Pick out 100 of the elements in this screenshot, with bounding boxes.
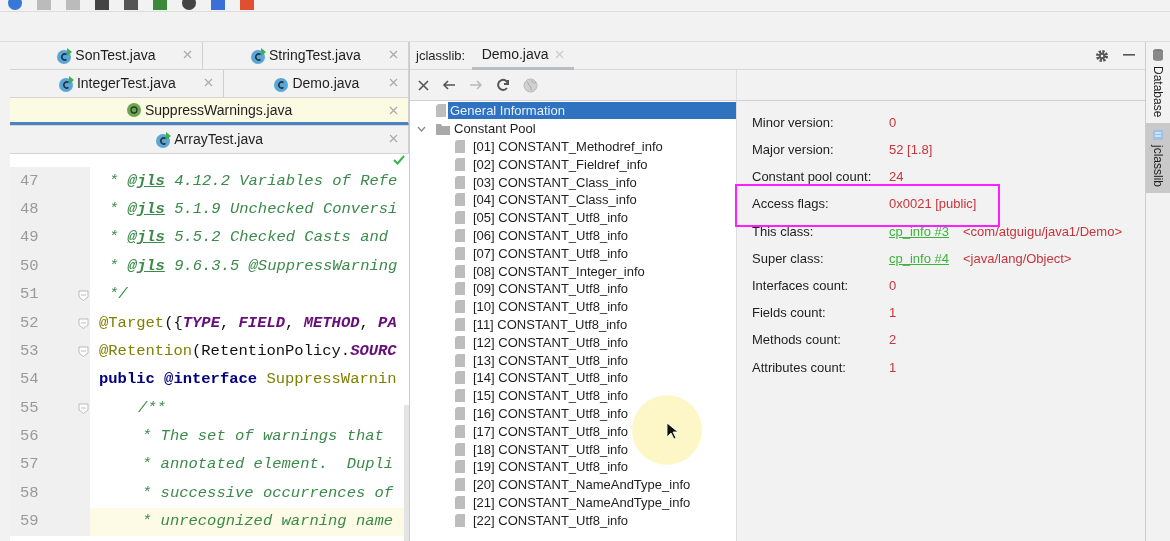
tree-item[interactable]: [20] CONSTANT_NameAndType_info bbox=[471, 476, 693, 494]
toolbar-icon[interactable] bbox=[6, 0, 23, 11]
field-label: Methods count: bbox=[752, 331, 842, 350]
line-number: 52 bbox=[20, 312, 39, 334]
tree-item[interactable]: [02] CONSTANT_Fieldref_info bbox=[471, 155, 650, 173]
tree-item[interactable]: [07] CONSTANT_Utf8_info bbox=[471, 244, 631, 262]
runnable-class-icon bbox=[155, 131, 171, 148]
field-label: Fields count: bbox=[752, 304, 827, 323]
code-line: public @interface SuppressWarnin bbox=[98, 369, 397, 391]
tree-item[interactable]: [19] CONSTANT_Utf8_info bbox=[471, 458, 631, 476]
field-value: <java/lang/Object> bbox=[963, 249, 1072, 268]
toolbar-icon[interactable] bbox=[93, 0, 110, 11]
class-file-icon bbox=[1152, 129, 1164, 142]
file-icon bbox=[455, 264, 465, 278]
tree-item[interactable]: [15] CONSTANT_Utf8_info bbox=[471, 387, 631, 405]
code-line: * successive occurrences of bbox=[141, 482, 394, 504]
close-icon[interactable] bbox=[418, 79, 429, 91]
line-number: 54 bbox=[20, 369, 39, 391]
editor-tab[interactable]: StringTest.java bbox=[202, 42, 409, 69]
tree-item[interactable]: [17] CONSTANT_Utf8_info bbox=[471, 422, 631, 440]
mouse-pointer-icon bbox=[666, 422, 678, 440]
line-number: 51 bbox=[20, 284, 39, 306]
tree-item[interactable]: [12] CONSTANT_Utf8_info bbox=[471, 333, 631, 351]
panel-title: jclasslib: bbox=[416, 46, 466, 65]
runnable-class-icon bbox=[249, 47, 266, 64]
runnable-class-icon bbox=[56, 47, 73, 64]
code-line: * unrecognized warning name bbox=[141, 511, 394, 533]
field-value: 0 bbox=[889, 113, 897, 132]
tree-item[interactable]: [11] CONSTANT_Utf8_info bbox=[471, 315, 630, 333]
toolbar-icon[interactable] bbox=[180, 0, 197, 11]
toolbar-icon[interactable] bbox=[122, 0, 139, 11]
file-icon bbox=[455, 335, 465, 349]
field-label: Constant pool count: bbox=[752, 168, 873, 187]
refresh-icon[interactable] bbox=[496, 78, 510, 92]
side-tab[interactable]: Database bbox=[1146, 42, 1170, 124]
code-line: * annotated element. Dupli bbox=[141, 454, 394, 476]
file-icon bbox=[455, 389, 465, 403]
line-number: 49 bbox=[20, 227, 39, 249]
code-line: /** bbox=[137, 397, 166, 419]
back-arrow-icon[interactable] bbox=[442, 80, 456, 90]
file-icon bbox=[455, 406, 465, 420]
tree-item[interactable]: [08] CONSTANT_Integer_info bbox=[471, 262, 647, 280]
tree-item[interactable]: [03] CONSTANT_Class_info bbox=[471, 173, 639, 191]
editor-tab[interactable]: SuppressWarnings.java bbox=[10, 98, 409, 125]
field-value: 1 bbox=[889, 304, 897, 323]
field-value: 0x0021 [public] bbox=[889, 195, 977, 214]
field-value: <com/atguigu/java1/Demo> bbox=[963, 222, 1122, 241]
line-number: 53 bbox=[20, 340, 39, 362]
field-label: Major version: bbox=[752, 141, 835, 160]
line-number: 59 bbox=[20, 511, 39, 533]
tree-item[interactable]: [09] CONSTANT_Utf8_info bbox=[471, 280, 631, 298]
tree-item[interactable]: [05] CONSTANT_Utf8_info bbox=[471, 209, 631, 227]
tree-item[interactable]: [21] CONSTANT_NameAndType_info bbox=[471, 493, 693, 511]
file-icon bbox=[455, 193, 465, 207]
tree-item[interactable]: [04] CONSTANT_Class_info bbox=[471, 191, 639, 209]
field-value: 1 bbox=[889, 358, 897, 377]
tree-item[interactable]: General Information bbox=[448, 102, 736, 120]
globe-icon[interactable] bbox=[523, 77, 538, 93]
editor-tab[interactable]: IntegerTest.java bbox=[10, 70, 225, 97]
field-value: 0 bbox=[889, 276, 897, 295]
toolbar-icon[interactable] bbox=[151, 0, 168, 11]
folder-icon bbox=[436, 122, 450, 135]
file-icon bbox=[455, 442, 465, 456]
panel-tab[interactable]: Demo.java bbox=[471, 41, 575, 70]
side-tab[interactable]: jclasslib bbox=[1146, 123, 1170, 194]
file-icon bbox=[455, 460, 465, 474]
field-label: Super class: bbox=[752, 249, 825, 268]
tree-item[interactable]: Constant Pool bbox=[452, 120, 538, 138]
code-line: * @jls 9.6.3.5 @SuppressWarning bbox=[108, 255, 398, 277]
tree-item[interactable]: [01] CONSTANT_Methodref_info bbox=[471, 138, 665, 155]
file-icon bbox=[436, 104, 446, 118]
tree-item[interactable]: [06] CONSTANT_Utf8_info bbox=[471, 226, 631, 244]
file-icon bbox=[455, 175, 465, 189]
line-number: 47 bbox=[20, 170, 39, 192]
field-label: Access flags: bbox=[752, 195, 830, 214]
editor-tab[interactable]: SonTest.java bbox=[10, 42, 203, 69]
tree-item[interactable]: [18] CONSTANT_Utf8_info bbox=[471, 440, 631, 458]
tree-item[interactable]: [22] CONSTANT_Utf8_info bbox=[471, 511, 631, 529]
field-label: Interfaces count: bbox=[752, 276, 850, 295]
field-label: Attributes count: bbox=[752, 358, 847, 377]
editor-tab[interactable]: ArrayTest.java bbox=[10, 126, 409, 153]
field-value: 52 [1.8] bbox=[889, 141, 933, 160]
file-icon bbox=[455, 300, 465, 314]
tree-item[interactable]: [10] CONSTANT_Utf8_info bbox=[471, 298, 631, 316]
tree-item[interactable]: [14] CONSTANT_Utf8_info bbox=[471, 369, 631, 387]
toolbar-icon[interactable] bbox=[209, 0, 226, 11]
file-icon bbox=[455, 353, 465, 367]
check-icon bbox=[393, 155, 405, 165]
tree-item[interactable]: [16] CONSTANT_Utf8_info bbox=[471, 404, 631, 422]
class-icon bbox=[273, 75, 290, 92]
settings-icon[interactable] bbox=[1095, 48, 1109, 63]
file-icon bbox=[455, 228, 465, 242]
line-number: 56 bbox=[20, 426, 39, 448]
code-line: * @jls 5.1.9 Unchecked Conversi bbox=[108, 198, 398, 220]
code-line: */ bbox=[108, 284, 128, 306]
minimize-icon[interactable] bbox=[1123, 54, 1135, 57]
file-icon bbox=[455, 513, 465, 527]
file-icon bbox=[455, 140, 465, 153]
tree-item[interactable]: [13] CONSTANT_Utf8_info bbox=[471, 351, 631, 369]
editor-tab[interactable]: Demo.java bbox=[224, 70, 409, 97]
